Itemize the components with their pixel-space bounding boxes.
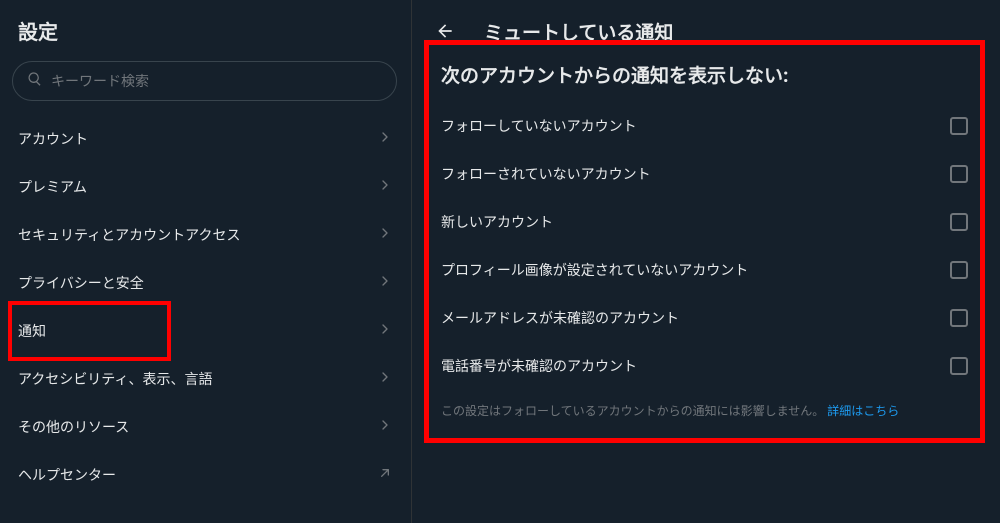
nav-item-label: その他のリソース [18, 417, 129, 437]
chevron-right-icon [377, 369, 393, 389]
settings-title: 設定 [8, 0, 405, 59]
chevron-right-icon [377, 225, 393, 245]
option-label: 新しいアカウント [441, 212, 553, 232]
nav-item-label: プレミアム [18, 177, 87, 197]
option-label: プロフィール画像が設定されていないアカウント [441, 260, 748, 280]
opt-no-avatar[interactable]: プロフィール画像が設定されていないアカウント [437, 246, 972, 294]
opt-not-followed[interactable]: フォローされていないアカウント [437, 150, 972, 198]
checkbox[interactable] [950, 117, 968, 135]
nav-item-label: プライバシーと安全 [18, 273, 144, 293]
nav-item-label: セキュリティとアカウントアクセス [18, 225, 240, 245]
external-link-icon [377, 465, 393, 485]
checkbox[interactable] [950, 213, 968, 231]
nav-item-label: ヘルプセンター [18, 465, 116, 485]
settings-nav: アカウントプレミアムセキュリティとアカウントアクセスプライバシーと安全通知アクセ… [8, 115, 405, 499]
option-label: 電話番号が未確認のアカウント [441, 356, 637, 376]
search-placeholder: キーワード検索 [51, 71, 149, 91]
nav-premium[interactable]: プレミアム [8, 163, 405, 211]
nav-item-label: 通知 [18, 321, 46, 341]
opt-new-account[interactable]: 新しいアカウント [437, 198, 972, 246]
chevron-right-icon [377, 321, 393, 341]
opt-not-following[interactable]: フォローしていないアカウント [437, 102, 972, 150]
search-icon [27, 71, 43, 91]
search-input[interactable]: キーワード検索 [12, 61, 397, 101]
main-panel: ミュートしている通知 次のアカウントからの通知を表示しない: フォローしていない… [412, 0, 1000, 523]
checkbox[interactable] [950, 165, 968, 183]
nav-account[interactable]: アカウント [8, 115, 405, 163]
checkbox[interactable] [950, 261, 968, 279]
nav-accessibility[interactable]: アクセシビリティ、表示、言語 [8, 355, 405, 403]
footnote-text: この設定はフォローしているアカウントからの通知には影響しません。 [441, 404, 824, 418]
chevron-right-icon [377, 129, 393, 149]
mute-highlight-panel: 次のアカウントからの通知を表示しない: フォローしていないアカウントフォローされ… [424, 40, 985, 443]
section-heading: 次のアカウントからの通知を表示しない: [437, 55, 972, 102]
opt-no-email[interactable]: メールアドレスが未確認のアカウント [437, 294, 972, 342]
footnote: この設定はフォローしているアカウントからの通知には影響しません。 詳細はこちら [437, 390, 972, 423]
learn-more-link[interactable]: 詳細はこちら [827, 404, 899, 418]
option-label: メールアドレスが未確認のアカウント [441, 308, 679, 328]
nav-item-label: アクセシビリティ、表示、言語 [18, 369, 212, 389]
nav-security[interactable]: セキュリティとアカウントアクセス [8, 211, 405, 259]
chevron-right-icon [377, 273, 393, 293]
checkbox[interactable] [950, 309, 968, 327]
option-label: フォローされていないアカウント [441, 164, 651, 184]
checkbox[interactable] [950, 357, 968, 375]
nav-notifications[interactable]: 通知 [8, 307, 405, 355]
settings-sidebar: 設定 キーワード検索 アカウントプレミアムセキュリティとアカウントアクセスプライ… [0, 0, 412, 523]
nav-help[interactable]: ヘルプセンター [8, 451, 405, 499]
opt-no-phone[interactable]: 電話番号が未確認のアカウント [437, 342, 972, 390]
nav-privacy[interactable]: プライバシーと安全 [8, 259, 405, 307]
nav-other[interactable]: その他のリソース [8, 403, 405, 451]
chevron-right-icon [377, 417, 393, 437]
nav-item-label: アカウント [18, 129, 88, 149]
option-label: フォローしていないアカウント [441, 116, 637, 136]
chevron-right-icon [377, 177, 393, 197]
